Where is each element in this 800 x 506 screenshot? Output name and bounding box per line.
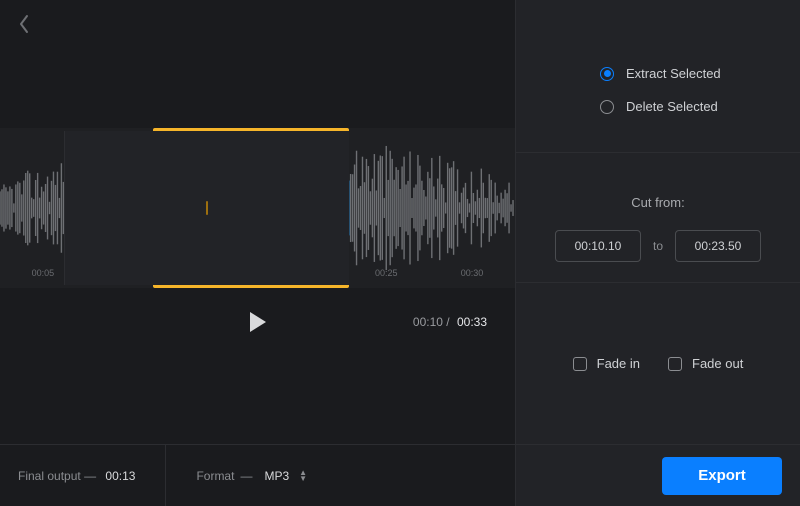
cut-from-input[interactable]: 00:10.10: [555, 230, 641, 262]
divider: [165, 445, 166, 506]
checkbox-fade-out[interactable]: Fade out: [668, 356, 743, 371]
time-readout: 00:10 / 00:33: [413, 315, 487, 329]
play-button[interactable]: [250, 312, 266, 332]
checkbox-fade-in[interactable]: Fade in: [573, 356, 640, 371]
total-time: 00:33: [457, 315, 487, 329]
checkbox-label: Fade in: [597, 356, 640, 371]
export-button[interactable]: Export: [662, 457, 782, 495]
selection-region[interactable]: [153, 128, 349, 288]
cut-from-title: Cut from:: [544, 195, 772, 210]
radio-label: Extract Selected: [626, 66, 721, 81]
current-time: 00:10: [413, 315, 443, 329]
radio-icon: [600, 100, 614, 114]
checkbox-label: Fade out: [692, 356, 743, 371]
radio-icon: [600, 67, 614, 81]
chevron-left-icon: [18, 14, 30, 34]
cut-to-label: to: [653, 239, 663, 253]
radio-delete-selected[interactable]: Delete Selected: [600, 99, 772, 114]
selection-handle-right[interactable]: [64, 131, 349, 285]
checkbox-icon: [668, 357, 682, 371]
radio-extract-selected[interactable]: Extract Selected: [600, 66, 772, 81]
waveform-panel[interactable]: 00:0500:1000:1500:2000:2500:30: [0, 128, 515, 288]
final-output-readout: Final output — 00:13: [18, 469, 135, 483]
sort-icon: ▲▼: [299, 470, 307, 482]
back-button[interactable]: [14, 14, 34, 34]
cut-to-input[interactable]: 00:23.50: [675, 230, 761, 262]
checkbox-icon: [573, 357, 587, 371]
format-selector[interactable]: Format — MP3 ▲▼: [196, 469, 307, 483]
radio-label: Delete Selected: [626, 99, 718, 114]
